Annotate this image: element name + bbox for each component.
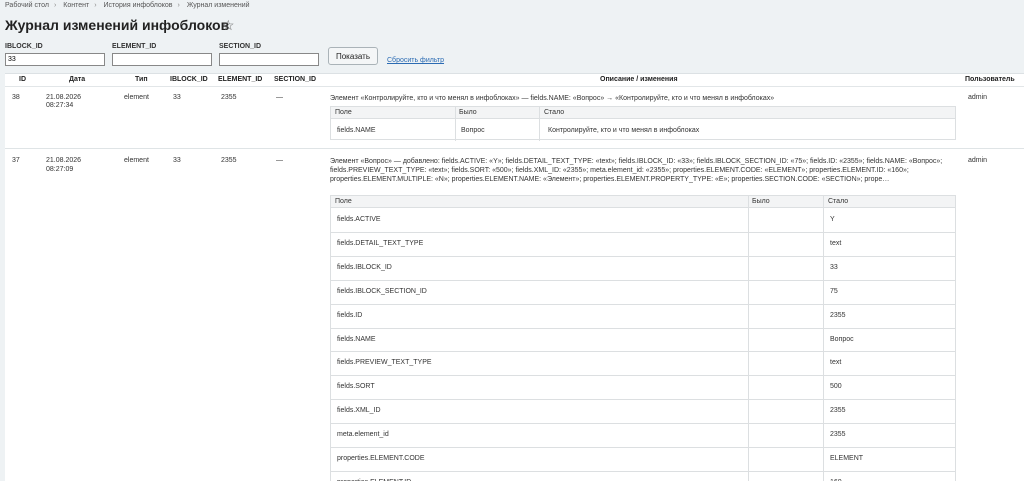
row-iblock-id: 33 — [173, 157, 181, 164]
change-after: text — [830, 359, 842, 366]
change-field: fields.XML_ID — [337, 407, 381, 414]
row-iblock-id: 33 — [173, 94, 181, 101]
breadcrumb-item-change-log[interactable]: Журнал изменений — [187, 2, 250, 9]
change-after: Y — [830, 216, 835, 223]
row-user: admin — [968, 94, 988, 101]
favorite-star-icon[interactable]: ☆ — [222, 17, 235, 34]
changes-row-divider — [331, 375, 955, 376]
filter-element-input[interactable] — [112, 53, 212, 66]
column-header-id: ID — [19, 76, 26, 83]
change-after: 75 — [830, 288, 838, 295]
changes-row-divider — [331, 351, 955, 352]
column-header-element-id: ELEMENT_ID — [218, 76, 263, 83]
changes-row-divider — [331, 256, 955, 257]
changes-row-divider — [331, 232, 955, 233]
change-after: 2355 — [830, 431, 846, 438]
change-after: Контролируйте, кто и что менял в инфобло… — [548, 127, 700, 134]
filter-section-label: SECTION_ID — [219, 43, 262, 50]
row-description: Элемент «Контролируйте, кто и что менял … — [330, 95, 775, 102]
changes-header-after: Стало — [828, 198, 849, 205]
changes-row-divider — [331, 447, 955, 448]
header-divider — [5, 86, 1024, 87]
breadcrumb-separator: › — [53, 2, 57, 9]
filter-iblock-label: IBLOCK_ID — [5, 43, 43, 50]
filter-element-label: ELEMENT_ID — [112, 43, 157, 50]
change-field: fields.SORT — [337, 383, 375, 390]
changes-row-divider — [331, 328, 955, 329]
breadcrumb-separator: › — [177, 2, 180, 9]
row-divider — [5, 148, 1024, 149]
changes-table-header — [331, 196, 955, 208]
filter-iblock-input[interactable] — [5, 53, 105, 66]
change-field: fields.IBLOCK_ID — [337, 264, 392, 271]
row-id: 38 — [12, 94, 20, 101]
show-button[interactable]: Показать — [328, 47, 378, 65]
changes-table: Поле Было Стало fields.NAME Вопрос Контр… — [330, 106, 956, 141]
change-field: fields.PREVIEW_TEXT_TYPE — [337, 359, 432, 366]
breadcrumb-item-iblock-history[interactable]: История инфоблоков — [103, 2, 172, 9]
change-field: fields.DETAIL_TEXT_TYPE — [337, 240, 424, 247]
row-section-id: — — [276, 94, 283, 101]
breadcrumb: Рабочий стол › Контент › История инфоблоко… — [5, 2, 254, 9]
change-field: fields.ID — [337, 312, 363, 319]
changes-row-divider — [331, 304, 955, 305]
changes-row-divider — [331, 280, 955, 281]
column-header-date: Дата — [69, 76, 86, 83]
change-field: fields.NAME — [337, 336, 376, 343]
changes-header-field: Поле — [335, 198, 352, 205]
change-field: fields.NAME — [337, 127, 376, 134]
changes-header-before: Было — [459, 109, 477, 116]
changes-header-before: Было — [752, 198, 770, 205]
page-title: Журнал изменений инфоблоков — [5, 17, 230, 33]
changes-table: Поле Было Стало fields.ACTIVE Yfields.DET… — [330, 195, 956, 481]
column-header-user: Пользователь — [965, 76, 1015, 83]
change-after: 2355 — [830, 407, 846, 414]
change-field: fields.ACTIVE — [337, 216, 381, 223]
change-after: Вопрос — [830, 336, 854, 343]
change-before: Вопрос — [461, 127, 485, 134]
changes-row-divider — [331, 471, 955, 472]
row-user: admin — [968, 157, 988, 164]
row-time: 08:27:09 — [46, 166, 74, 173]
change-after: 33 — [830, 264, 838, 271]
row-date: 21.08.2026 — [46, 157, 82, 164]
row-date: 21.08.2026 — [46, 94, 82, 101]
row-description: Элемент «Вопрос» — добавлено: fields.ACT… — [330, 158, 943, 183]
filter-section-input[interactable] — [219, 53, 319, 66]
change-after: text — [830, 240, 842, 247]
changes-header-after: Стало — [544, 109, 565, 116]
breadcrumb-item-desktop[interactable]: Рабочий стол — [5, 2, 49, 9]
reset-filter-link[interactable]: Сбросить фильтр — [387, 57, 444, 64]
change-after: ELEMENT — [830, 455, 864, 462]
row-element-id: 2355 — [221, 157, 237, 164]
row-type: element — [124, 157, 149, 164]
change-field: meta.element_id — [337, 431, 389, 438]
row-section-id: — — [276, 157, 283, 164]
column-header-type: Тип — [135, 76, 148, 83]
column-header-description: Описание / изменения — [600, 76, 678, 83]
column-header-section-id: SECTION_ID — [274, 76, 317, 83]
column-header-iblock-id: IBLOCK_ID — [170, 76, 208, 83]
row-id: 37 — [12, 157, 20, 164]
breadcrumb-separator: › — [94, 2, 97, 9]
changes-row-divider — [331, 399, 955, 400]
row-element-id: 2355 — [221, 94, 237, 101]
change-after: 500 — [830, 383, 842, 390]
breadcrumb-item-content[interactable]: Контент — [63, 2, 89, 9]
change-field: properties.ELEMENT.CODE — [337, 455, 425, 462]
changes-header-field: Поле — [335, 109, 352, 116]
change-after: 2355 — [830, 312, 846, 319]
change-field: fields.IBLOCK_SECTION_ID — [337, 288, 427, 295]
changes-row-divider — [331, 423, 955, 424]
changes-table-header — [331, 107, 955, 119]
row-type: element — [124, 94, 149, 101]
change-log-table: ID Дата Тип IBLOCK_ID ELEMENT_ID SECTION… — [5, 73, 1024, 481]
row-time: 08:27:34 — [46, 102, 74, 109]
